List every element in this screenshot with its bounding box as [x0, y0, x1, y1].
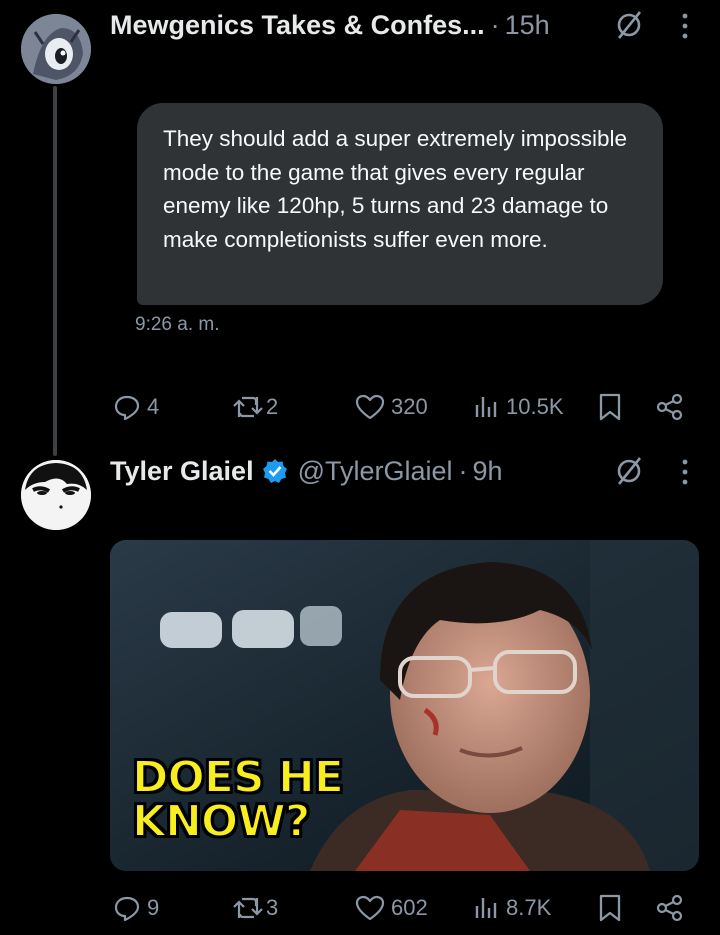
- grok-slash-icon[interactable]: [613, 9, 645, 46]
- share-icon: [656, 894, 683, 922]
- more-vertical-icon[interactable]: [680, 11, 690, 46]
- message-timestamp: 9:26 a. m.: [135, 314, 220, 335]
- like-count: 320: [391, 394, 428, 419]
- share-button[interactable]: [655, 387, 685, 427]
- reply-icon: [114, 896, 140, 922]
- repost-count: 2: [266, 394, 279, 419]
- views-count: 8.7K: [506, 895, 552, 920]
- bookmark-icon: [599, 393, 621, 421]
- message-text: They should add a super extremely imposs…: [163, 126, 627, 252]
- repost-button[interactable]: 2: [232, 387, 278, 427]
- more-vertical-icon[interactable]: [680, 457, 690, 492]
- views-icon: [475, 397, 497, 417]
- share-icon: [656, 393, 683, 421]
- share-button[interactable]: [655, 888, 685, 928]
- reply-button[interactable]: 9: [113, 888, 159, 928]
- reply-button[interactable]: 4: [113, 387, 159, 427]
- verified-badge-icon: [262, 458, 288, 484]
- separator: ·: [458, 455, 468, 486]
- display-name[interactable]: Tyler Glaiel: [110, 456, 254, 487]
- media-caption: DOES HE KNOW?: [131, 752, 345, 847]
- grok-slash-icon[interactable]: [613, 455, 645, 492]
- tweet-header: Mewgenics Takes & Confes... · 15h: [110, 5, 550, 45]
- repost-button[interactable]: 3: [232, 888, 278, 928]
- display-name[interactable]: Mewgenics Takes & Confes...: [110, 10, 485, 41]
- views-button[interactable]: 8.7K: [474, 888, 551, 928]
- reply-count: 4: [147, 394, 160, 419]
- tweet-time[interactable]: 15h: [505, 10, 550, 41]
- separator: ·: [490, 9, 500, 40]
- tweet-media-image[interactable]: DOES HE KNOW?: [110, 540, 699, 871]
- views-icon: [475, 898, 497, 918]
- heart-icon: [355, 394, 385, 420]
- media-caption-line: DOES HE: [131, 752, 345, 803]
- repost-count: 3: [266, 895, 279, 920]
- like-button[interactable]: 320: [355, 387, 428, 427]
- repost-icon: [233, 897, 263, 919]
- bookmark-button[interactable]: [598, 387, 622, 427]
- like-count: 602: [391, 895, 428, 920]
- bookmark-button[interactable]: [598, 888, 622, 928]
- repost-icon: [233, 396, 263, 418]
- avatar[interactable]: [21, 460, 91, 530]
- user-handle[interactable]: @TylerGlaiel: [298, 456, 453, 487]
- views-button[interactable]: 10.5K: [474, 387, 564, 427]
- reply-count: 9: [147, 895, 160, 920]
- avatar[interactable]: [21, 14, 91, 84]
- tweet-header: Tyler Glaiel @TylerGlaiel · 9h: [110, 451, 503, 491]
- media-caption-line: KNOW?: [131, 796, 311, 847]
- reply-icon: [114, 395, 140, 421]
- tweet-actions: 4 2 320 10.5K: [0, 387, 720, 427]
- heart-icon: [355, 895, 385, 921]
- tweet-actions: 9 3 602 8.7K: [0, 888, 720, 928]
- tweet-time[interactable]: 9h: [473, 456, 503, 487]
- like-button[interactable]: 602: [355, 888, 428, 928]
- views-count: 10.5K: [506, 394, 564, 419]
- bookmark-icon: [599, 894, 621, 922]
